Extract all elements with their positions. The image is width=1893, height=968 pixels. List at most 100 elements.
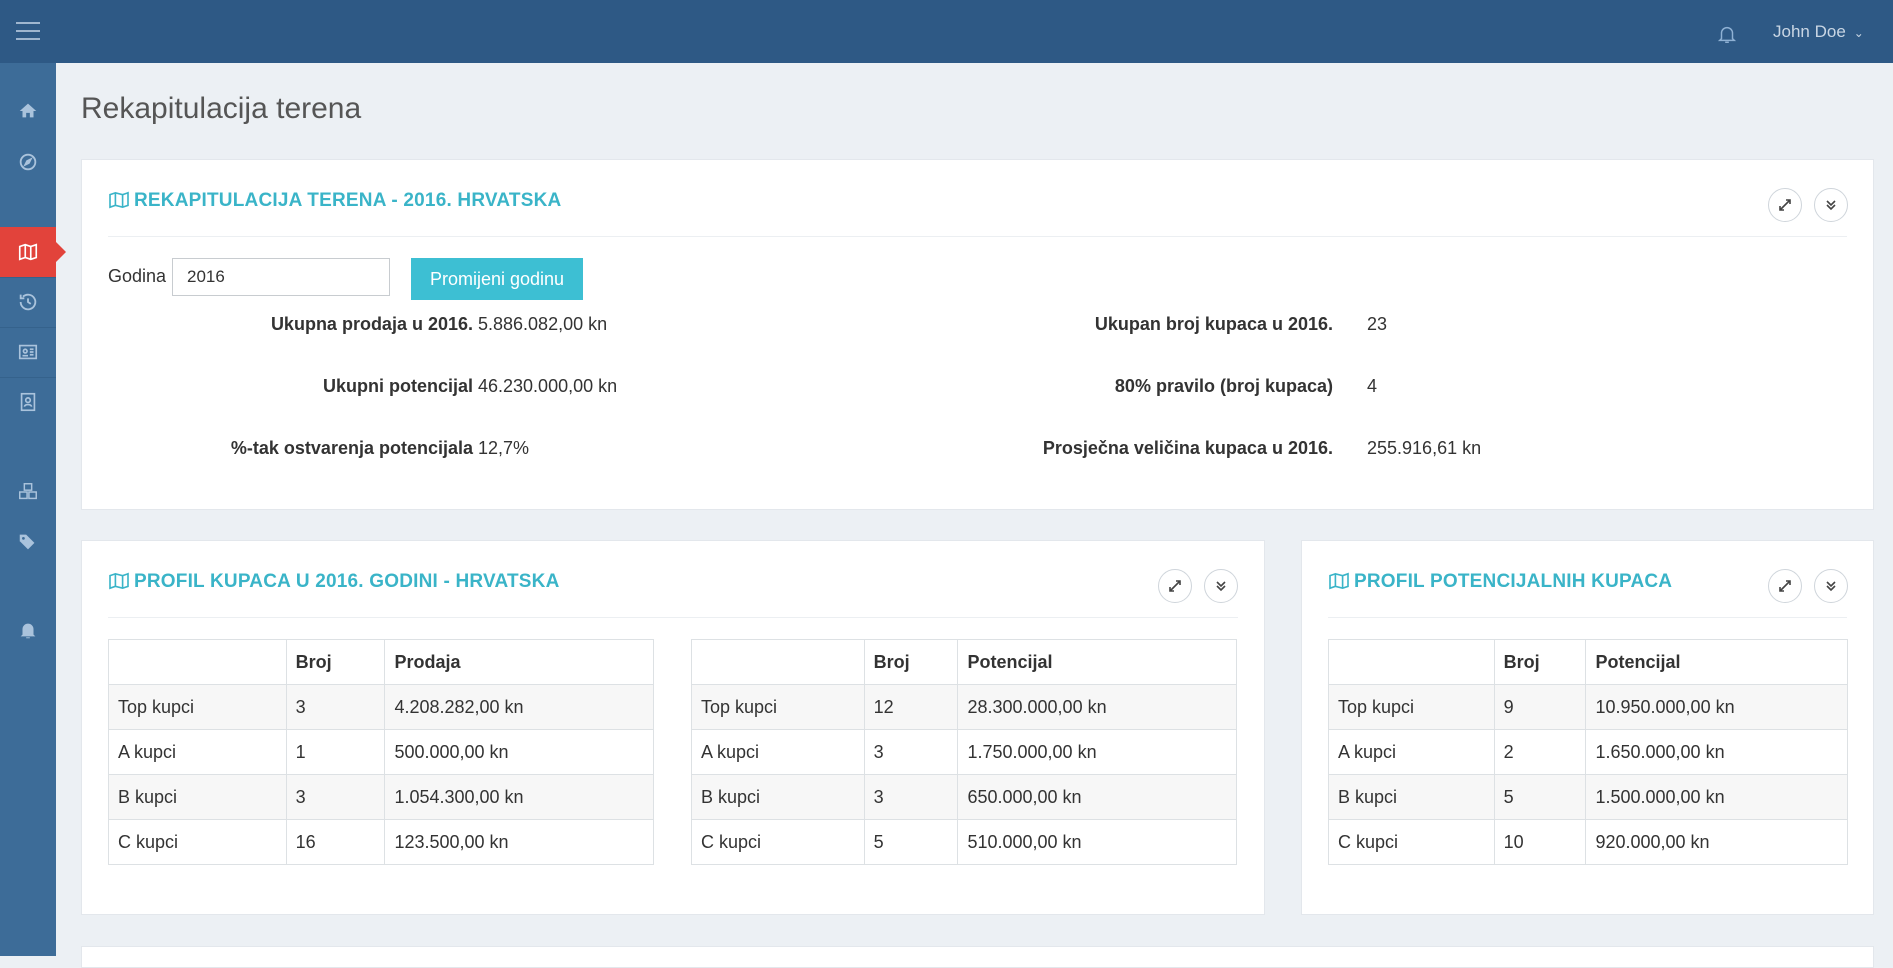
table-cell: 10 bbox=[1493, 819, 1587, 865]
tags-icon bbox=[19, 534, 35, 550]
table-header: Potencijal bbox=[957, 639, 1237, 685]
id-card-icon bbox=[18, 344, 38, 360]
table-cell: 28.300.000,00 kn bbox=[957, 684, 1237, 730]
table-cell: 2 bbox=[1493, 729, 1587, 775]
table-cell: C kupci bbox=[1328, 819, 1495, 865]
table-cell: 123.500,00 kn bbox=[384, 819, 654, 865]
panel-header: REKAPITULACIJA TERENA - 2016. HRVATSKA bbox=[108, 160, 1848, 237]
stat-value: 12,7% bbox=[478, 438, 530, 458]
table-cell: B kupci bbox=[1328, 774, 1495, 820]
table-cell: 10.950.000,00 kn bbox=[1585, 684, 1848, 730]
table-cell: 1.650.000,00 kn bbox=[1585, 729, 1848, 775]
table-cell: 650.000,00 kn bbox=[957, 774, 1237, 820]
stat-value: 255.916,61 kn bbox=[1367, 438, 1482, 458]
stat-label: Ukupna prodaja u 2016. bbox=[270, 314, 473, 334]
expand-icon bbox=[1169, 580, 1181, 592]
table-cell: 1 bbox=[285, 729, 386, 775]
table-row: C kupci 10 920.000,00 kn bbox=[1328, 819, 1848, 865]
summary-panel: REKAPITULACIJA TERENA - 2016. HRVATSKA G… bbox=[81, 159, 1874, 510]
table-cell: 3 bbox=[285, 684, 386, 730]
table-cell: 1.750.000,00 kn bbox=[957, 729, 1237, 775]
double-chevron-down-icon bbox=[1216, 581, 1226, 592]
sidebar-item-notifications[interactable] bbox=[0, 605, 56, 655]
history-icon bbox=[19, 293, 37, 311]
collapse-button[interactable] bbox=[1204, 569, 1238, 603]
sales-profile-table: Broj Prodaja Top kupci 3 4.208.282,00 kn… bbox=[108, 639, 654, 865]
stat-label: 80% pravilo (broj kupaca) bbox=[1114, 376, 1333, 396]
table-cell: B kupci bbox=[108, 774, 287, 820]
table-cell: 5 bbox=[863, 819, 959, 865]
table-row: A kupci 1 500.000,00 kn bbox=[108, 729, 654, 775]
sidebar-item-products[interactable] bbox=[0, 467, 56, 517]
sidebar-item-map[interactable] bbox=[0, 227, 66, 277]
sidebar-item-contacts[interactable] bbox=[0, 377, 56, 427]
expand-button[interactable] bbox=[1768, 569, 1802, 603]
stat-value: 4 bbox=[1367, 376, 1378, 396]
stat-value: 23 bbox=[1367, 314, 1388, 334]
table-row: B kupci 5 1.500.000,00 kn bbox=[1328, 774, 1848, 820]
table-cell: A kupci bbox=[1328, 729, 1495, 775]
sidebar-item-explore[interactable] bbox=[0, 137, 56, 187]
table-cell: A kupci bbox=[691, 729, 865, 775]
expand-icon bbox=[1779, 580, 1791, 592]
table-cell: 4.208.282,00 kn bbox=[384, 684, 654, 730]
cubes-icon bbox=[19, 483, 37, 500]
map-icon bbox=[109, 191, 129, 209]
table-cell: 5 bbox=[1493, 774, 1587, 820]
table-cell: 9 bbox=[1493, 684, 1587, 730]
sidebar-item-tags[interactable] bbox=[0, 517, 56, 567]
table-row: Top kupci 12 28.300.000,00 kn bbox=[691, 684, 1237, 730]
expand-icon bbox=[1779, 199, 1791, 211]
home-icon bbox=[19, 103, 37, 118]
table-row: B kupci 3 650.000,00 kn bbox=[691, 774, 1237, 820]
table-cell: 1.054.300,00 kn bbox=[384, 774, 654, 820]
sidebar-item-id-card[interactable] bbox=[0, 327, 56, 377]
table-header: Broj bbox=[285, 639, 386, 685]
notification-bell-icon[interactable] bbox=[1716, 22, 1738, 46]
table-row: Top kupci 3 4.208.282,00 kn bbox=[108, 684, 654, 730]
year-input[interactable] bbox=[172, 258, 390, 296]
sidebar-item-history[interactable] bbox=[0, 277, 56, 327]
panel-header: PROFIL KUPACA U 2016. GODINI - HRVATSKA bbox=[108, 541, 1238, 618]
table-row: A kupci 2 1.650.000,00 kn bbox=[1328, 729, 1848, 775]
expand-button[interactable] bbox=[1768, 188, 1802, 222]
bell-icon bbox=[20, 623, 36, 639]
hamburger-menu-icon[interactable] bbox=[16, 22, 40, 40]
table-cell: 920.000,00 kn bbox=[1585, 819, 1848, 865]
table-cell: Top kupci bbox=[691, 684, 865, 730]
table-header: Broj bbox=[863, 639, 959, 685]
table-cell: 1.500.000,00 kn bbox=[1585, 774, 1848, 820]
map-icon bbox=[109, 572, 129, 590]
map-icon bbox=[18, 243, 38, 261]
table-header-row: Broj Prodaja bbox=[108, 639, 654, 685]
change-year-button[interactable]: Promijeni godinu bbox=[411, 258, 583, 300]
sidebar-item-home[interactable] bbox=[0, 86, 56, 136]
table-cell: Top kupci bbox=[108, 684, 287, 730]
table-header-row: Broj Potencijal bbox=[1328, 639, 1848, 685]
double-chevron-down-icon bbox=[1826, 581, 1836, 592]
stat-value: 46.230.000,00 kn bbox=[478, 376, 618, 396]
table-cell: 16 bbox=[285, 819, 386, 865]
potential-customers-panel: PROFIL POTENCIJALNIH KUPACA Broj Potenci… bbox=[1301, 540, 1874, 915]
compass-icon bbox=[19, 153, 37, 171]
user-menu[interactable]: John Doe ⌄ bbox=[1773, 22, 1864, 42]
table-header-row: Broj Potencijal bbox=[691, 639, 1237, 685]
table-header: Prodaja bbox=[384, 639, 654, 685]
year-label: Godina bbox=[108, 266, 167, 286]
stat-label: Ukupan broj kupaca u 2016. bbox=[1094, 314, 1333, 334]
map-icon bbox=[1329, 572, 1349, 590]
customer-profile-panel: PROFIL KUPACA U 2016. GODINI - HRVATSKA … bbox=[81, 540, 1265, 915]
table-cell: 3 bbox=[863, 774, 959, 820]
table-header: Broj bbox=[1493, 639, 1587, 685]
expand-button[interactable] bbox=[1158, 569, 1192, 603]
table-cell: 12 bbox=[863, 684, 959, 730]
collapse-button[interactable] bbox=[1814, 569, 1848, 603]
table-cell: 500.000,00 kn bbox=[384, 729, 654, 775]
collapse-button[interactable] bbox=[1814, 188, 1848, 222]
stat-label: %-tak ostvarenja potencijala bbox=[230, 438, 473, 458]
table-header: Potencijal bbox=[1585, 639, 1848, 685]
table-cell: C kupci bbox=[691, 819, 865, 865]
page-title: Rekapitulacija terena bbox=[81, 92, 362, 125]
table-cell: B kupci bbox=[691, 774, 865, 820]
contact-book-icon bbox=[20, 392, 36, 412]
